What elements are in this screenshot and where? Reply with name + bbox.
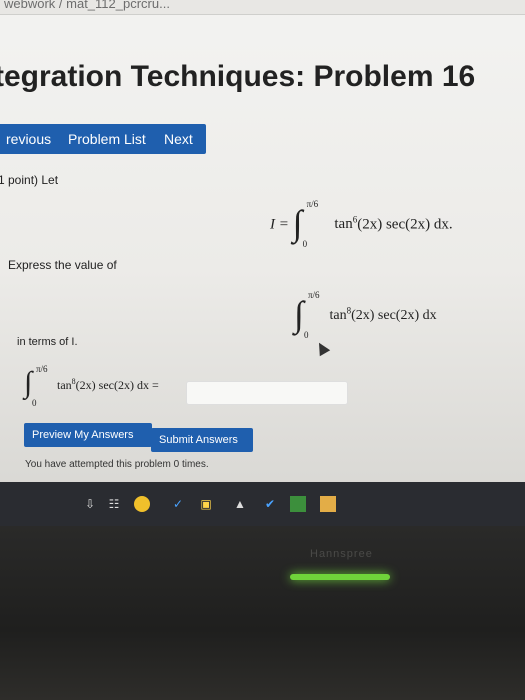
eq1-integrand: tan — [334, 216, 353, 233]
url-text: webwork / mat_112_pcrcru... — [4, 0, 170, 11]
notes-icon[interactable] — [320, 496, 336, 512]
problem-points-label: 1 point) Let — [0, 173, 59, 187]
eq2-integrand: tan — [329, 308, 347, 324]
problem-list-button[interactable]: Problem List — [58, 124, 164, 154]
eq2-lower-limit: 0 — [304, 330, 309, 340]
attempts-status: You have attempted this problem 0 times. — [25, 459, 209, 470]
integral-icon: ∫ — [24, 366, 33, 399]
checkmark-icon[interactable]: ✔ — [262, 496, 278, 512]
previous-button[interactable]: revious — [0, 124, 62, 154]
answer-equation: ∫ π/6 0 tan8(2x) sec(2x) dx = — [24, 364, 159, 408]
weather-icon[interactable]: ✓ — [170, 496, 186, 512]
address-bar[interactable]: webwork / mat_112_pcrcru... — [0, 0, 525, 15]
eq3-lower-limit: 0 — [32, 398, 37, 408]
eq1-lhs: I = — [270, 216, 289, 233]
monitor-bezel — [0, 526, 525, 700]
eq3-rest: (2x) sec(2x) dx = — [75, 377, 159, 392]
eq3-upper-limit: π/6 — [36, 364, 48, 374]
eq2-upper-limit: π/6 — [308, 290, 320, 300]
answer-input[interactable] — [186, 381, 348, 405]
next-button[interactable]: Next — [154, 124, 206, 154]
terms-label: in terms of I. — [17, 336, 78, 348]
submit-answers-button[interactable]: Submit Answers — [151, 428, 253, 452]
chrome-icon[interactable] — [134, 496, 150, 512]
mouse-cursor-icon — [313, 339, 331, 357]
preview-answers-button[interactable]: Preview My Answers — [24, 423, 152, 447]
integral-icon: ∫ — [292, 203, 303, 243]
eq1-rest: (2x) sec(2x) dx. — [357, 216, 453, 233]
definition-equation: I = ∫ π/6 0 tan6(2x) sec(2x) dx. — [270, 199, 453, 249]
target-integral: ∫ π/6 0 tan8(2x) sec(2x) dx — [294, 290, 437, 340]
eq1-lower-limit: 0 — [302, 239, 308, 249]
files-icon[interactable]: ☷ — [106, 496, 122, 512]
eq1-upper-limit: π/6 — [306, 199, 319, 209]
monitor-brand-logo: Hannspree — [310, 548, 373, 560]
eq2-rest: (2x) sec(2x) dx — [351, 308, 437, 324]
browser-screen: webwork / mat_112_pcrcru... tegration Te… — [0, 0, 525, 490]
store-icon[interactable] — [290, 496, 306, 512]
camera-icon[interactable]: ▲ — [232, 496, 248, 512]
lock-icon[interactable]: ▣ — [198, 496, 214, 512]
eq3-integrand: tan — [57, 377, 72, 392]
integral-icon: ∫ — [294, 294, 304, 334]
power-indicator-light — [290, 574, 390, 580]
express-label: Express the value of — [8, 258, 117, 272]
page-title: tegration Techniques: Problem 16 — [0, 60, 476, 93]
pin-icon[interactable]: ⇩ — [82, 496, 98, 512]
taskbar: ⇩ ☷ ✓ ▣ ▲ ✔ — [0, 482, 525, 526]
